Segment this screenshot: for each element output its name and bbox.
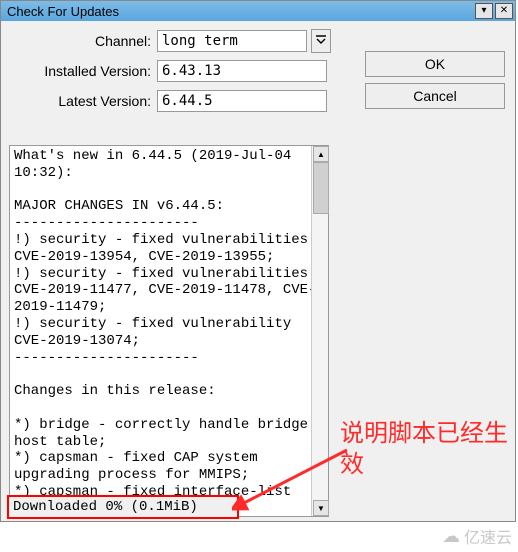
scroll-up-button[interactable]: ▲ [313, 146, 329, 162]
scroll-down-button[interactable]: ▼ [313, 500, 329, 516]
overline-down-icon [316, 34, 326, 48]
download-status: Downloaded 0% (0.1MiB) [7, 495, 239, 519]
channel-input[interactable]: long term [157, 30, 307, 52]
minimize-button[interactable]: ▾ [475, 3, 493, 19]
installed-version-value: 6.43.13 [157, 60, 327, 82]
installed-version-label: Installed Version: [9, 63, 157, 79]
ok-button[interactable]: OK [365, 51, 505, 77]
content-area: Channel: long term Installed Version: 6.… [1, 21, 515, 127]
cancel-button[interactable]: Cancel [365, 83, 505, 109]
window-title: Check For Updates [3, 4, 473, 19]
scrollbar[interactable]: ▲ ▼ [311, 146, 328, 516]
cloud-icon: ☁ [442, 526, 460, 547]
download-status-text: Downloaded 0% (0.1MiB) [13, 499, 198, 515]
scroll-thumb[interactable] [313, 162, 329, 214]
channel-label: Channel: [9, 33, 157, 49]
annotation-text: 说明脚本已经生效 [340, 418, 510, 480]
titlebar: Check For Updates ▾ ✕ [1, 1, 515, 21]
latest-version-label: Latest Version: [9, 93, 157, 109]
watermark: ☁ 亿速云 [442, 524, 512, 548]
close-button[interactable]: ✕ [495, 3, 513, 19]
latest-version-value: 6.44.5 [157, 90, 327, 112]
changelog-text: What's new in 6.44.5 (2019-Jul-04 10:32)… [10, 146, 328, 516]
channel-dropdown-button[interactable] [311, 29, 331, 53]
changelog-box: What's new in 6.44.5 (2019-Jul-04 10:32)… [9, 145, 329, 517]
channel-row: Channel: long term [9, 29, 507, 53]
dialog-buttons: OK Cancel [365, 51, 505, 115]
watermark-text: 亿速云 [464, 524, 512, 548]
